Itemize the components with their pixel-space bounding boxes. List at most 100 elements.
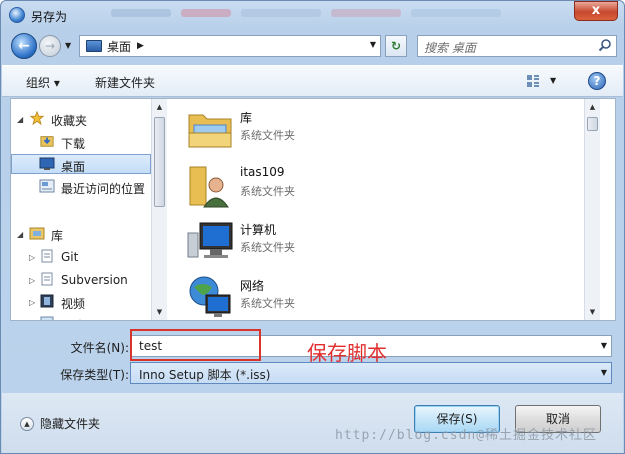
filetype-dropdown-icon[interactable]: ▼: [601, 368, 607, 377]
sidebar-item-subversion[interactable]: ▷ Subversion: [11, 270, 151, 290]
sidebar-item-favorites[interactable]: ◢ 收藏夹: [11, 109, 151, 129]
expand-arrow-icon[interactable]: ▷: [29, 276, 35, 285]
sidebar-item-label: 收藏夹: [51, 114, 88, 128]
pictures-icon: [40, 316, 54, 320]
forward-button[interactable]: →: [39, 35, 61, 57]
scroll-up-icon[interactable]: ▲: [585, 99, 600, 115]
annotation-highlight-box: [130, 329, 261, 361]
user-folder-icon: [189, 166, 229, 208]
window-title: 另存为: [31, 10, 68, 24]
sidebar-item-desktop[interactable]: 桌面: [11, 154, 151, 174]
file-name: 库: [240, 111, 253, 125]
file-list-scrollbar[interactable]: ▲ ▼: [584, 99, 600, 320]
expand-arrow-icon[interactable]: ▷: [29, 298, 35, 307]
scroll-down-icon[interactable]: ▼: [152, 304, 167, 320]
browser-pane: ◢ 收藏夹 下载 桌面 最近访问的位置 ◢ 库 ▷ Git ▷ Subversi…: [10, 98, 616, 321]
scrollbar-thumb[interactable]: [154, 117, 165, 207]
expand-arrow-icon[interactable]: ▷: [29, 253, 35, 262]
collapse-arrow-icon[interactable]: ◢: [17, 230, 23, 239]
breadcrumb-arrow-icon[interactable]: ▶: [137, 41, 144, 51]
collapse-arrow-icon[interactable]: ◢: [17, 115, 23, 124]
app-globe-icon: [9, 7, 25, 23]
computer-icon: [187, 222, 233, 258]
hide-folders-toggle[interactable]: ▲ 隐藏文件夹: [20, 415, 100, 432]
address-location[interactable]: 桌面: [107, 38, 131, 55]
file-name: 网络: [240, 279, 265, 293]
sidebar-item-label: 下载: [61, 137, 86, 151]
new-folder-button[interactable]: 新建文件夹: [95, 74, 155, 91]
address-dropdown-icon[interactable]: ▼: [370, 40, 376, 49]
organize-button[interactable]: 组织 ▾: [26, 74, 60, 91]
list-item[interactable]: itas109 系统文件夹: [186, 161, 426, 213]
hide-folders-label[interactable]: 隐藏文件夹: [40, 415, 100, 432]
sidebar-item-label: 桌面: [61, 160, 86, 174]
title-bar: 另存为 x: [1, 1, 624, 29]
sidebar-item-label: 视频: [61, 297, 86, 311]
save-as-dialog: 另存为 x ← → ▼ 桌面 ▶ ▼ ↻ 搜索 桌面 组织 ▾ 新建文件夹 ▼ …: [0, 0, 625, 454]
search-icon[interactable]: [598, 38, 612, 52]
sidebar-item-label: Subversion: [61, 273, 128, 287]
sidebar-item-downloads[interactable]: 下载: [11, 132, 151, 152]
scroll-down-icon[interactable]: ▼: [585, 304, 600, 320]
view-dropdown-icon[interactable]: ▼: [550, 76, 556, 85]
dialog-footer: ▲ 隐藏文件夹 保存(S) 取消: [2, 393, 623, 453]
filename-dropdown-icon[interactable]: ▼: [601, 341, 607, 350]
blurred-background: [241, 9, 321, 17]
file-type: 系统文件夹: [240, 185, 295, 198]
navigation-pane: ◢ 收藏夹 下载 桌面 最近访问的位置 ◢ 库 ▷ Git ▷ Subversi…: [11, 99, 151, 320]
filename-label: 文件名(N):: [70, 341, 129, 355]
sidebar-item-label: 库: [51, 229, 64, 243]
file-type: 系统文件夹: [240, 241, 295, 254]
view-options-icon[interactable]: [526, 74, 540, 88]
filetype-label: 保存类型(T):: [60, 368, 129, 382]
filetype-value: Inno Setup 脚本 (*.iss): [139, 368, 271, 382]
sidebar-item-label: 图片: [61, 317, 85, 320]
file-type: 系统文件夹: [240, 129, 295, 142]
recent-pages-dropdown[interactable]: ▼: [65, 41, 71, 50]
sidebar-item-videos[interactable]: ▷ 视频: [11, 292, 151, 312]
file-name: 计算机: [240, 223, 277, 237]
scroll-up-icon[interactable]: ▲: [152, 99, 167, 115]
navigation-bar: ← → ▼ 桌面 ▶ ▼ ↻ 搜索 桌面: [7, 31, 619, 61]
search-input[interactable]: 搜索 桌面: [417, 35, 617, 57]
blurred-background: [181, 9, 231, 17]
library-folder-icon: [188, 114, 232, 148]
blurred-background: [411, 9, 501, 17]
save-form: 文件名(N): test ▼ 保存脚本 保存类型(T): Inno Setup …: [2, 323, 623, 391]
collapse-chevron-icon[interactable]: ▲: [20, 416, 34, 431]
back-button[interactable]: ←: [11, 33, 37, 59]
list-item[interactable]: 库 系统文件夹: [186, 105, 426, 157]
blurred-background: [111, 9, 171, 17]
help-icon[interactable]: ?: [588, 72, 606, 90]
list-item[interactable]: 计算机 系统文件夹: [186, 217, 426, 269]
video-icon: [40, 294, 54, 308]
address-bar[interactable]: 桌面 ▶ ▼: [79, 35, 381, 57]
sidebar-item-git[interactable]: ▷ Git: [11, 247, 151, 267]
recent-places-icon: [39, 179, 55, 193]
close-button[interactable]: x: [574, 1, 618, 21]
desktop-icon: [39, 157, 55, 170]
sidebar-item-recent-places[interactable]: 最近访问的位置: [11, 177, 151, 197]
star-icon: [29, 111, 45, 125]
download-folder-icon: [40, 136, 54, 147]
library-icon: [29, 227, 45, 240]
file-list: 库 系统文件夹 itas109 系统文件夹 计算机 系统文件夹 网络 系统文件夹…: [168, 99, 600, 320]
navigation-scrollbar[interactable]: ▲ ▼: [151, 99, 167, 320]
sidebar-item-label: Git: [61, 250, 79, 264]
file-name: itas109: [240, 165, 285, 179]
filetype-select[interactable]: Inno Setup 脚本 (*.iss) ▼: [130, 362, 612, 384]
search-placeholder: 搜索 桌面: [424, 41, 476, 55]
list-item[interactable]: 网络 系统文件夹: [186, 273, 426, 320]
sidebar-item-label: 最近访问的位置: [61, 182, 146, 196]
desktop-icon: [86, 40, 102, 52]
sidebar-item-pictures[interactable]: ▷ 图片: [11, 314, 151, 320]
library-doc-icon: [41, 249, 53, 263]
blurred-background: [331, 9, 401, 17]
sidebar-item-library[interactable]: ◢ 库: [11, 224, 151, 244]
watermark-text: http://blog.csdn@稀土掘金技术社区: [335, 428, 598, 443]
file-type: 系统文件夹: [240, 297, 295, 310]
network-icon: [189, 276, 231, 317]
library-doc-icon: [41, 272, 53, 286]
refresh-button[interactable]: ↻: [385, 35, 407, 57]
scrollbar-thumb[interactable]: [587, 117, 598, 131]
